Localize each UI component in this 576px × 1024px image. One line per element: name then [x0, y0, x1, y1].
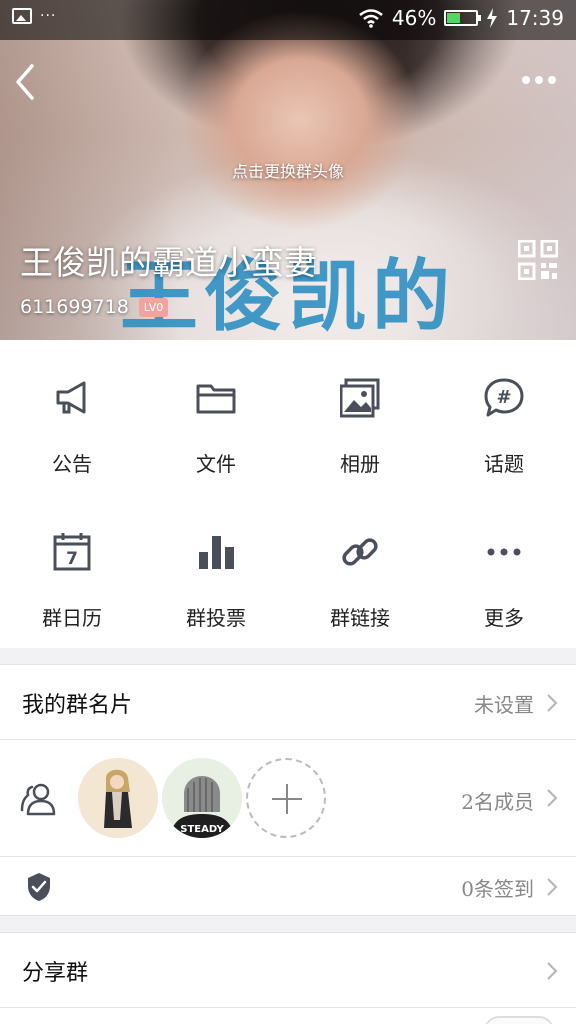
- link-icon: [342, 538, 378, 566]
- feature-label: 文件: [196, 452, 236, 476]
- more-options-icon[interactable]: [522, 70, 562, 90]
- feature-label: 更多: [484, 606, 524, 630]
- member-avatar-illustration: STEADY: [162, 758, 242, 838]
- add-member-button[interactable]: [246, 758, 326, 838]
- feature-announcement[interactable]: 公告: [0, 340, 144, 494]
- feature-more[interactable]: 更多: [432, 494, 576, 648]
- next-row-partial: [0, 1007, 576, 1024]
- chevron-right-icon: [547, 694, 558, 712]
- checkin-row[interactable]: 0条签到: [0, 856, 576, 916]
- my-group-card-row[interactable]: 我的群名片 未设置: [0, 664, 576, 740]
- members-row[interactable]: STEADY 2名成员: [0, 739, 576, 857]
- row-title: 我的群名片: [22, 693, 133, 718]
- calendar-icon: 7: [53, 533, 91, 571]
- battery-percent: 46%: [391, 6, 437, 30]
- clock: 17:39: [506, 6, 564, 30]
- chevron-right-icon: [547, 878, 558, 896]
- member-avatar-illustration: [78, 758, 158, 838]
- member-avatar[interactable]: [78, 758, 158, 838]
- checkin-badge-icon: [28, 873, 50, 901]
- battery-icon: [444, 10, 482, 26]
- feature-album[interactable]: 相册: [288, 340, 432, 494]
- gallery-notification-icon: [12, 8, 32, 24]
- row-value: 未设置: [474, 693, 534, 717]
- feature-label: 群链接: [330, 606, 390, 630]
- chevron-right-icon: [547, 789, 558, 807]
- feature-label: 公告: [52, 452, 92, 476]
- svg-text:#: #: [496, 387, 511, 408]
- feature-grid: 公告 文件 相册 # 话题 7 群日历 群投票 群链接 更多: [0, 340, 576, 648]
- topic-icon: #: [484, 378, 524, 417]
- feature-files[interactable]: 文件: [144, 340, 288, 494]
- wifi-icon: [359, 9, 383, 28]
- chevron-right-icon: [547, 962, 558, 980]
- calendar-day: 7: [66, 549, 78, 569]
- status-bar: ··· 46% 17:39: [0, 0, 576, 40]
- qr-code-icon[interactable]: [518, 240, 558, 280]
- member-count: 2名成员: [461, 790, 534, 814]
- feature-calendar[interactable]: 7 群日历: [0, 494, 144, 648]
- group-id-row: 611699718 LV0: [20, 296, 169, 318]
- share-group-row[interactable]: 分享群: [0, 932, 576, 1008]
- folder-icon: [196, 384, 236, 414]
- back-arrow-icon[interactable]: [12, 62, 42, 102]
- feature-label: 相册: [340, 452, 380, 476]
- feature-label: 群日历: [42, 606, 102, 630]
- avatar-shirt-text: STEADY: [180, 824, 224, 835]
- toggle-switch[interactable]: [484, 1016, 554, 1024]
- more-dots-icon: [487, 548, 521, 556]
- feature-topic[interactable]: # 话题: [432, 340, 576, 494]
- level-badge: LV0: [138, 297, 169, 317]
- feature-vote[interactable]: 群投票: [144, 494, 288, 648]
- notification-dots: ···: [40, 8, 57, 24]
- member-avatar[interactable]: STEADY: [162, 758, 242, 838]
- feature-label: 群投票: [186, 606, 246, 630]
- group-name: 王俊凯的霸道小蛮妻: [20, 243, 317, 282]
- charging-icon: [487, 8, 498, 28]
- change-avatar-hint[interactable]: 点击更换群头像: [0, 158, 576, 182]
- megaphone-icon: [56, 381, 86, 414]
- vote-chart-icon: [199, 536, 234, 569]
- group-id: 611699718: [20, 296, 129, 318]
- feature-label: 话题: [484, 452, 524, 476]
- row-title: 分享群: [22, 961, 89, 986]
- feature-link[interactable]: 群链接: [288, 494, 432, 648]
- members-icon: [20, 783, 56, 816]
- album-icon: [340, 378, 380, 418]
- checkin-count: 0条签到: [461, 877, 534, 901]
